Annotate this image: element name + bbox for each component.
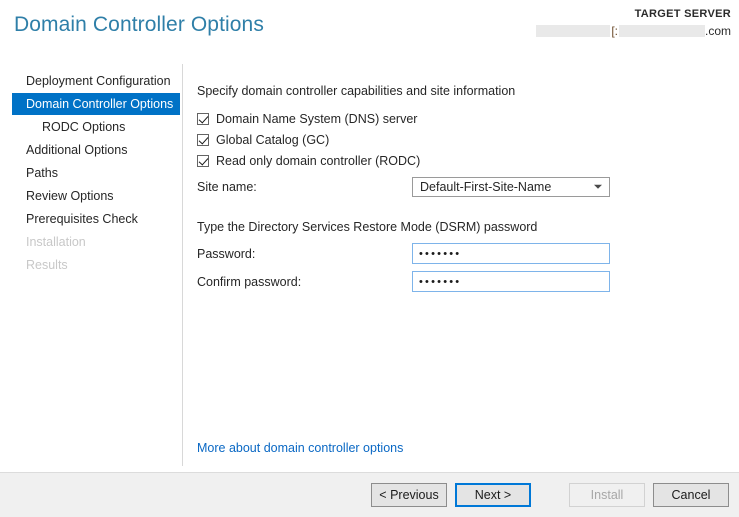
sidebar-item-review-options[interactable]: Review Options bbox=[0, 185, 182, 207]
main-content-panel: Specify domain controller capabilities a… bbox=[197, 84, 727, 292]
confirm-password-input[interactable]: ••••••• bbox=[412, 271, 610, 292]
checkbox-label-global-catalog: Global Catalog (GC) bbox=[216, 132, 330, 147]
confirm-password-row: Confirm password: ••••••• bbox=[197, 271, 727, 292]
dsrm-heading: Type the Directory Services Restore Mode… bbox=[197, 220, 538, 234]
target-server-name: [: .com bbox=[536, 24, 731, 39]
checkbox-rodc[interactable] bbox=[197, 154, 209, 167]
target-server-info: TARGET SERVER [: .com bbox=[536, 8, 731, 39]
sidebar-item-additional-options[interactable]: Additional Options bbox=[0, 139, 182, 161]
checkbox-row-global-catalog[interactable]: Global Catalog (GC) bbox=[197, 130, 727, 149]
button-group-spacer bbox=[539, 495, 561, 496]
previous-button[interactable]: < Previous bbox=[371, 483, 447, 507]
checkbox-row-rodc[interactable]: Read only domain controller (RODC) bbox=[197, 151, 727, 170]
target-server-tld: .com bbox=[704, 23, 731, 38]
checkbox-global-catalog[interactable] bbox=[197, 133, 209, 146]
page-header: Domain Controller Options TARGET SERVER … bbox=[0, 0, 739, 58]
more-about-domain-controller-options-link[interactable]: More about domain controller options bbox=[197, 441, 403, 455]
sidebar-item-paths[interactable]: Paths bbox=[0, 162, 182, 184]
confirm-password-label: Confirm password: bbox=[197, 274, 302, 289]
sidebar-item-prerequisites-check[interactable]: Prerequisites Check bbox=[0, 208, 182, 230]
next-button[interactable]: Next > bbox=[455, 483, 531, 507]
site-name-label: Site name: bbox=[197, 180, 257, 194]
capabilities-heading: Specify domain controller capabilities a… bbox=[197, 84, 516, 98]
site-name-selected-value: Default-First-Site-Name bbox=[420, 180, 552, 194]
checkbox-row-dns-server[interactable]: Domain Name System (DNS) server bbox=[197, 109, 727, 128]
sidebar-item-rodc-options[interactable]: RODC Options bbox=[0, 116, 182, 138]
redaction-block bbox=[536, 25, 611, 38]
chevron-down-icon bbox=[594, 184, 602, 189]
password-row: Password: ••••••• bbox=[197, 243, 727, 264]
wizard-footer: < Previous Next > Install Cancel bbox=[0, 472, 739, 517]
checkbox-dns-server[interactable] bbox=[197, 112, 209, 125]
sidebar-item-installation: Installation bbox=[26, 235, 86, 249]
cancel-button[interactable]: Cancel bbox=[653, 483, 729, 507]
site-name-dropdown[interactable]: Default-First-Site-Name bbox=[412, 177, 610, 197]
sidebar-item-results: Results bbox=[26, 258, 68, 272]
site-name-row: Site name: Default-First-Site-Name bbox=[197, 177, 727, 197]
checkbox-label-rodc: Read only domain controller (RODC) bbox=[216, 153, 421, 168]
password-input[interactable]: ••••••• bbox=[412, 243, 610, 264]
checkbox-label-dns-server: Domain Name System (DNS) server bbox=[216, 111, 418, 126]
wizard-navigation-sidebar: Deployment Configuration Domain Controll… bbox=[0, 70, 182, 466]
sidebar-item-domain-controller-options[interactable]: Domain Controller Options bbox=[12, 93, 180, 115]
sidebar-divider bbox=[182, 64, 183, 466]
target-server-label: TARGET SERVER bbox=[634, 8, 731, 20]
install-button: Install bbox=[569, 483, 645, 507]
sidebar-item-deployment-configuration[interactable]: Deployment Configuration bbox=[0, 70, 182, 92]
password-label: Password: bbox=[197, 246, 256, 261]
page-title: Domain Controller Options bbox=[14, 13, 264, 36]
footer-button-group: < Previous Next > Install Cancel bbox=[371, 483, 729, 507]
target-server-bracket: [: bbox=[611, 23, 618, 38]
redaction-block bbox=[618, 25, 705, 38]
